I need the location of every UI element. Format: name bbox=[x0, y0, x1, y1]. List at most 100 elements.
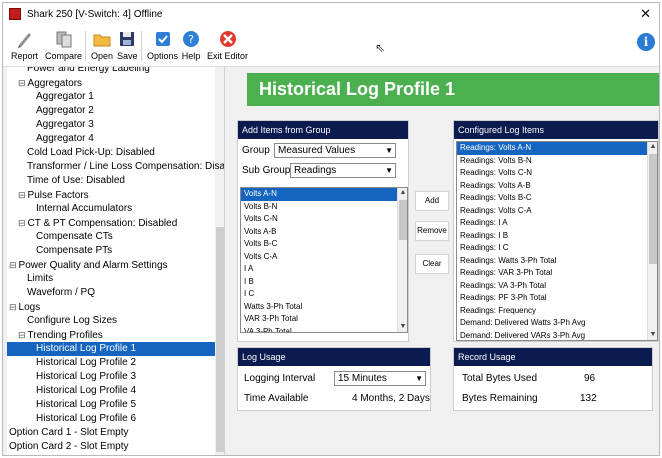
exit-label: Exit Editor bbox=[207, 51, 249, 61]
tree-item[interactable]: Internal Accumulators bbox=[36, 202, 132, 216]
navigation-tree[interactable]: Power and Energy Labeling ⊟ Aggregators Agg… bbox=[7, 67, 225, 455]
collapse-icon[interactable]: ⊟ bbox=[9, 302, 17, 312]
tree-item[interactable]: Aggregator 1 bbox=[36, 90, 94, 104]
tree-scroll-thumb[interactable] bbox=[216, 227, 224, 452]
list-item[interactable]: VAR 3-Ph Total bbox=[241, 313, 397, 326]
collapse-icon[interactable]: ⊟ bbox=[18, 78, 26, 88]
list-item[interactable]: Volts B-C bbox=[241, 238, 397, 251]
scroll-down-icon[interactable]: ▼ bbox=[648, 330, 657, 340]
remove-button[interactable]: Remove bbox=[415, 221, 449, 241]
list-item[interactable]: Readings: Volts B-N bbox=[457, 155, 647, 168]
close-button[interactable]: ✕ bbox=[640, 6, 651, 22]
scroll-up-icon[interactable]: ▲ bbox=[648, 142, 657, 152]
tree-item[interactable]: Aggregator 3 bbox=[36, 118, 94, 132]
tree-item[interactable]: Historical Log Profile 6 bbox=[36, 412, 136, 426]
list-item[interactable]: Readings: PF 3-Ph Total bbox=[457, 292, 647, 305]
scroll-thumb[interactable] bbox=[649, 154, 657, 264]
list-item[interactable]: VA 3-Ph Total bbox=[241, 326, 397, 333]
list-item[interactable]: Readings: I B bbox=[457, 230, 647, 243]
tree-item[interactable]: Configure Log Sizes bbox=[27, 314, 117, 328]
list-item[interactable]: Readings: Volts B-C bbox=[457, 192, 647, 205]
bytes-used-label: Total Bytes Used bbox=[462, 373, 538, 384]
scroll-thumb[interactable] bbox=[399, 200, 407, 240]
tree-item[interactable]: ⊟ Pulse Factors bbox=[18, 188, 89, 202]
collapse-icon[interactable]: ⊟ bbox=[18, 190, 26, 200]
tree-item[interactable]: Cold Load Pick-Up: Disabled bbox=[27, 146, 155, 160]
tree-item-label: Historical Log Profile 6 bbox=[36, 413, 137, 424]
tree-item[interactable]: ⊟ CT & PT Compensation: Disabled bbox=[18, 216, 177, 230]
collapse-icon[interactable]: ⊟ bbox=[18, 330, 26, 340]
list-item[interactable]: Readings: Volts C-A bbox=[457, 205, 647, 218]
tree-item[interactable]: Transformer / Line Loss Compensation: Di… bbox=[27, 160, 224, 174]
tree-item[interactable]: Compensate CTs bbox=[36, 230, 113, 244]
report-button[interactable]: Report bbox=[11, 29, 38, 61]
list-item[interactable]: Demand: Delivered VARs 3-Ph Avg bbox=[457, 330, 647, 341]
collapse-icon[interactable]: ⊟ bbox=[9, 260, 17, 270]
list-item[interactable]: I A bbox=[241, 263, 397, 276]
logging-interval-select[interactable]: 15 Minutes ▼ bbox=[334, 371, 426, 386]
save-button[interactable]: Save bbox=[117, 29, 138, 61]
help-button[interactable]: ? Help bbox=[181, 29, 201, 61]
available-items-scrollbar[interactable]: ▲ ▼ bbox=[397, 188, 407, 332]
tree-item[interactable]: Power and Energy Labeling bbox=[27, 67, 150, 76]
tree-item[interactable]: Historical Log Profile 5 bbox=[36, 398, 136, 412]
list-item[interactable]: Demand: Delivered Watts 3-Ph Avg bbox=[457, 317, 647, 330]
list-item[interactable]: Volts A-B bbox=[241, 226, 397, 239]
list-item[interactable]: Readings: Volts C-N bbox=[457, 167, 647, 180]
tree-item-label: Compensate PTs bbox=[36, 245, 113, 256]
add-button[interactable]: Add bbox=[415, 191, 449, 211]
subgroup-select[interactable]: Readings ▼ bbox=[290, 163, 396, 178]
list-item[interactable]: I B bbox=[241, 276, 397, 289]
list-item[interactable]: Readings: Frequency bbox=[457, 305, 647, 318]
tree-item[interactable]: ⊟ Aggregators bbox=[18, 76, 82, 90]
collapse-icon[interactable]: ⊟ bbox=[18, 218, 26, 228]
list-item[interactable]: Volts C-N bbox=[241, 213, 397, 226]
list-item[interactable]: Readings: VAR 3-Ph Total bbox=[457, 267, 647, 280]
tree-item[interactable]: Aggregator 2 bbox=[36, 104, 94, 118]
tree-scrollbar[interactable] bbox=[215, 67, 224, 455]
options-button[interactable]: Options bbox=[147, 29, 178, 61]
group-label: Group bbox=[242, 145, 270, 156]
tree-item[interactable]: ⊟ Power Quality and Alarm Settings bbox=[9, 258, 168, 272]
clear-button[interactable]: Clear bbox=[415, 254, 449, 274]
tree-item[interactable]: Historical Log Profile 1 bbox=[7, 342, 215, 356]
list-item[interactable]: Volts C-A bbox=[241, 251, 397, 264]
tree-item[interactable]: ⊟ Logs bbox=[9, 300, 40, 314]
tree-item-label: Option Card 2 - Slot Empty bbox=[9, 441, 129, 452]
list-item[interactable]: Volts B-N bbox=[241, 201, 397, 214]
list-item[interactable]: I C bbox=[241, 288, 397, 301]
floppy-disk-icon bbox=[120, 32, 135, 46]
scroll-up-icon[interactable]: ▲ bbox=[398, 188, 407, 198]
list-item[interactable]: Readings: Watts 3-Ph Total bbox=[457, 255, 647, 268]
list-item[interactable]: Readings: I C bbox=[457, 242, 647, 255]
list-item[interactable]: Readings: VA 3-Ph Total bbox=[457, 280, 647, 293]
tree-item[interactable]: Historical Log Profile 3 bbox=[36, 370, 136, 384]
tree-item[interactable]: Option Card 2 - Slot Empty bbox=[9, 440, 129, 454]
list-item[interactable]: Watts 3-Ph Total bbox=[241, 301, 397, 314]
tree-item[interactable]: Time of Use: Disabled bbox=[27, 174, 125, 188]
tree-item[interactable]: Option Card 1 - Slot Empty bbox=[9, 426, 129, 440]
tree-item[interactable]: ⊟ Trending Profiles bbox=[18, 328, 103, 342]
open-button[interactable]: Open bbox=[91, 29, 113, 61]
tree-item[interactable]: Historical Log Profile 2 bbox=[36, 356, 136, 370]
scroll-down-icon[interactable]: ▼ bbox=[398, 322, 407, 332]
exit-editor-button[interactable]: Exit Editor bbox=[207, 29, 248, 61]
tree-item[interactable]: Compensate PTs bbox=[36, 244, 112, 258]
list-item[interactable]: Readings: Volts A-N bbox=[457, 142, 647, 155]
bytes-used-value: 96 bbox=[584, 373, 596, 384]
tree-item[interactable]: Aggregator 4 bbox=[36, 132, 94, 146]
configured-items-list[interactable]: Demand: Delivered VARs 3-Ph Avg Demand: D… bbox=[456, 141, 658, 341]
tree-item[interactable]: Limits bbox=[27, 272, 53, 286]
list-item[interactable]: Readings: Volts A-B bbox=[457, 180, 647, 193]
configured-items-scrollbar[interactable]: ▲ ▼ bbox=[647, 142, 657, 340]
available-items-list[interactable]: VA 3-Ph Total VAR 3-Ph Total Watts 3-Ph To… bbox=[240, 187, 408, 333]
group-select[interactable]: Measured Values ▼ bbox=[274, 143, 396, 158]
tree-item[interactable]: Waveform / PQ bbox=[27, 286, 95, 300]
info-button[interactable]: i bbox=[637, 33, 655, 51]
list-item[interactable]: Volts A-N bbox=[241, 188, 397, 201]
report-label: Report bbox=[11, 51, 39, 61]
list-item[interactable]: Readings: I A bbox=[457, 217, 647, 230]
tree-item[interactable]: Historical Log Profile 4 bbox=[36, 384, 136, 398]
tree-item-label: Cold Load Pick-Up: Disabled bbox=[27, 147, 155, 158]
compare-button[interactable]: Compare bbox=[45, 29, 82, 61]
